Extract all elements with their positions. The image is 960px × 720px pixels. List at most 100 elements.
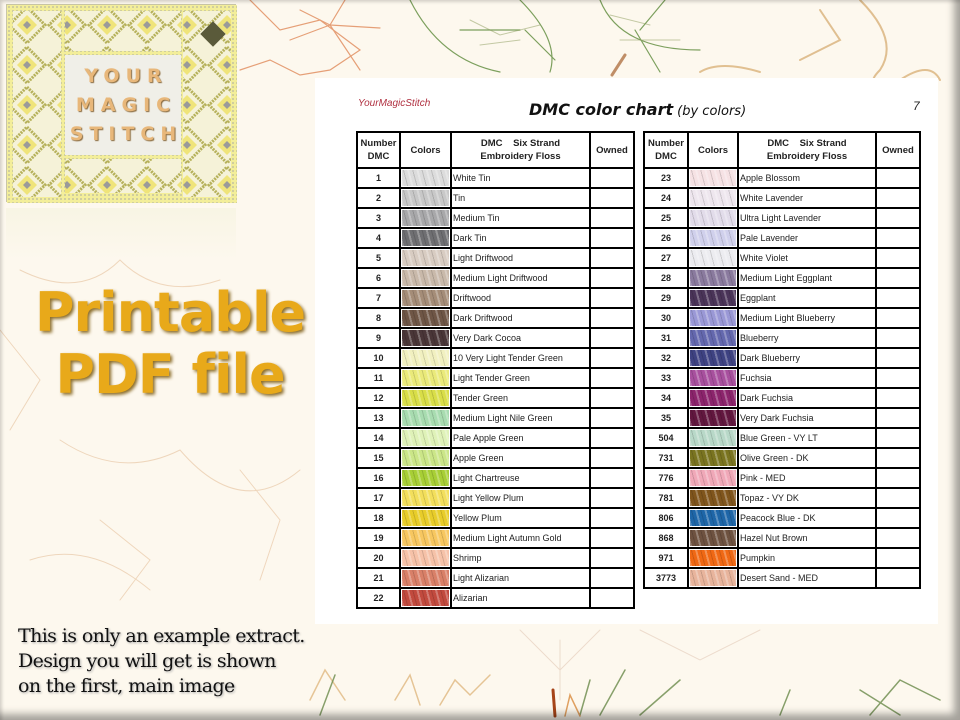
owned-checkbox-cell[interactable] (589, 347, 635, 369)
dmc-number: 6 (356, 267, 401, 289)
header-text: Number (648, 138, 684, 149)
disclaimer-line-2: Design you will get is shown (18, 650, 276, 672)
thread-color-swatch (402, 390, 449, 406)
table-row: 868 Hazel Nut Brown (643, 527, 921, 549)
owned-checkbox-cell[interactable] (875, 387, 921, 409)
floss-name: Tender Green (450, 387, 591, 409)
header-text: DMC Six Strand (480, 138, 561, 149)
owned-checkbox-cell[interactable] (875, 207, 921, 229)
owned-checkbox-cell[interactable] (875, 507, 921, 529)
dmc-number: 731 (643, 447, 689, 469)
color-swatch-cell (687, 167, 739, 189)
dmc-number: 29 (643, 287, 689, 309)
dmc-number: 8 (356, 307, 401, 329)
header-floss: DMC Six Strand Embroidery Floss (450, 131, 591, 169)
owned-checkbox-cell[interactable] (589, 327, 635, 349)
owned-checkbox-cell[interactable] (875, 267, 921, 289)
owned-checkbox-cell[interactable] (875, 287, 921, 309)
owned-checkbox-cell[interactable] (589, 407, 635, 429)
header-colors: Colors (399, 131, 452, 169)
owned-checkbox-cell[interactable] (589, 587, 635, 609)
owned-checkbox-cell[interactable] (589, 507, 635, 529)
header-text: DMC Six Strand (767, 138, 847, 149)
color-swatch-cell (687, 267, 739, 289)
owned-checkbox-cell[interactable] (589, 387, 635, 409)
owned-checkbox-cell[interactable] (589, 307, 635, 329)
floss-name: Topaz - VY DK (737, 487, 877, 509)
owned-checkbox-cell[interactable] (589, 167, 635, 189)
owned-checkbox-cell[interactable] (875, 167, 921, 189)
floss-name: Dark Driftwood (450, 307, 591, 329)
dmc-number: 10 (356, 347, 401, 369)
header-colors: Colors (687, 131, 739, 169)
dmc-number: 21 (356, 567, 401, 589)
table-row: 31 Blueberry (643, 327, 921, 349)
color-swatch-cell (399, 407, 452, 429)
owned-checkbox-cell[interactable] (589, 247, 635, 269)
table-row: 34 Dark Fuchsia (643, 387, 921, 409)
dmc-number: 3773 (643, 567, 689, 589)
header-number-dmc: Number DMC (356, 131, 401, 169)
color-swatch-cell (399, 167, 452, 189)
color-swatch-cell (399, 247, 452, 269)
dmc-number: 14 (356, 427, 401, 449)
owned-checkbox-cell[interactable] (589, 547, 635, 569)
owned-checkbox-cell[interactable] (589, 487, 635, 509)
logo-text-block: YOUR MAGIC STITCH (65, 55, 181, 155)
owned-checkbox-cell[interactable] (875, 427, 921, 449)
owned-checkbox-cell[interactable] (589, 287, 635, 309)
owned-checkbox-cell[interactable] (875, 487, 921, 509)
owned-checkbox-cell[interactable] (875, 367, 921, 389)
owned-checkbox-cell[interactable] (875, 527, 921, 549)
thread-color-swatch (402, 470, 449, 486)
owned-checkbox-cell[interactable] (589, 527, 635, 549)
owned-checkbox-cell[interactable] (589, 227, 635, 249)
floss-name: Very Dark Cocoa (450, 327, 591, 349)
floss-name: Olive Green - DK (737, 447, 877, 469)
owned-checkbox-cell[interactable] (589, 467, 635, 489)
owned-checkbox-cell[interactable] (875, 307, 921, 329)
owned-checkbox-cell[interactable] (875, 247, 921, 269)
owned-checkbox-cell[interactable] (589, 427, 635, 449)
owned-checkbox-cell[interactable] (589, 567, 635, 589)
table-row: 17 Light Yellow Plum (356, 487, 635, 509)
owned-checkbox-cell[interactable] (875, 347, 921, 369)
table-row: 22 Alizarian (356, 587, 635, 609)
owned-checkbox-cell[interactable] (589, 187, 635, 209)
owned-checkbox-cell[interactable] (589, 267, 635, 289)
owned-checkbox-cell[interactable] (589, 207, 635, 229)
dmc-number: 25 (643, 207, 689, 229)
thread-color-swatch (690, 450, 736, 466)
dmc-number: 19 (356, 527, 401, 549)
thread-color-swatch (402, 450, 449, 466)
thread-color-swatch (690, 190, 736, 206)
dmc-number: 781 (643, 487, 689, 509)
table-row: 16 Light Chartreuse (356, 467, 635, 489)
thread-color-swatch (690, 430, 736, 446)
thread-color-swatch (690, 550, 736, 566)
floss-name: Light Yellow Plum (450, 487, 591, 509)
owned-checkbox-cell[interactable] (875, 327, 921, 349)
owned-checkbox-cell[interactable] (875, 447, 921, 469)
thread-color-swatch (402, 330, 449, 346)
owned-checkbox-cell[interactable] (875, 227, 921, 249)
color-swatch-cell (399, 547, 452, 569)
owned-checkbox-cell[interactable] (875, 467, 921, 489)
owned-checkbox-cell[interactable] (875, 567, 921, 589)
thread-color-swatch (402, 530, 449, 546)
table-row: 1 White Tin (356, 167, 635, 189)
floss-name: White Lavender (737, 187, 877, 209)
owned-checkbox-cell[interactable] (875, 407, 921, 429)
floss-name: Yellow Plum (450, 507, 591, 529)
owned-checkbox-cell[interactable] (589, 367, 635, 389)
owned-checkbox-cell[interactable] (875, 547, 921, 569)
color-swatch-cell (399, 287, 452, 309)
table-row: 21 Light Alizarian (356, 567, 635, 589)
owned-checkbox-cell[interactable] (589, 447, 635, 469)
floss-name: Pale Apple Green (450, 427, 591, 449)
table-row: 30 Medium Light Blueberry (643, 307, 921, 329)
owned-checkbox-cell[interactable] (875, 187, 921, 209)
table-row: 2 Tin (356, 187, 635, 209)
thread-color-swatch (690, 410, 736, 426)
thread-color-swatch (402, 350, 449, 366)
